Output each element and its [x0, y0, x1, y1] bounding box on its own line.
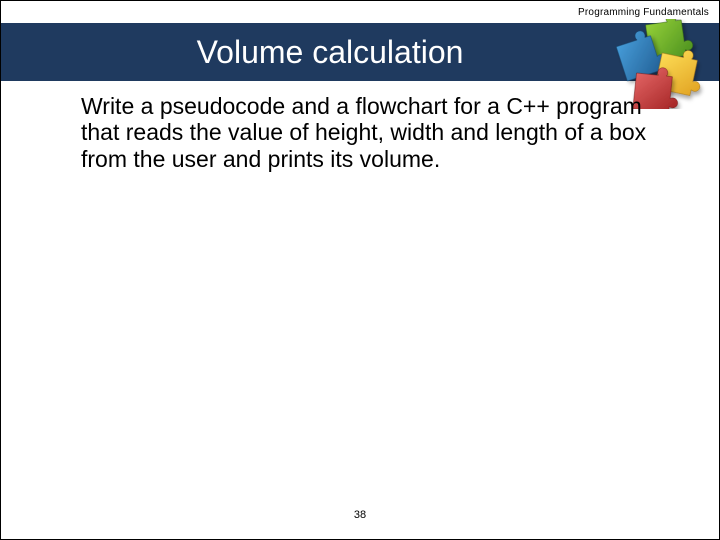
slide-title: Volume calculation [197, 34, 464, 71]
page-number: 38 [1, 509, 719, 521]
body-area: Write a pseudocode and a flowchart for a… [81, 93, 659, 172]
course-label: Programming Fundamentals [578, 7, 709, 18]
slide: Programming Fundamentals Volume calculat… [0, 0, 720, 540]
body-text: Write a pseudocode and a flowchart for a… [81, 93, 659, 172]
